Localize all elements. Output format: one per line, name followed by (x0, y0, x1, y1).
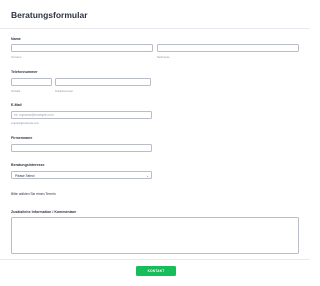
submit-button[interactable]: KONTAKT (136, 266, 176, 276)
first-name-sublabel: Vorname (11, 56, 22, 59)
phone-number-sublabel: Telefonnummer (55, 90, 73, 93)
email-sublabel: example@example.com (11, 122, 39, 125)
info-label: Zusätzliche Information / Kommentare (11, 210, 77, 214)
area-code-input[interactable] (11, 78, 52, 86)
company-input[interactable] (11, 144, 152, 152)
name-label: Name (11, 37, 21, 41)
interest-select[interactable]: Please Select ⌄ (11, 171, 152, 179)
first-name-input[interactable] (11, 44, 153, 52)
email-input[interactable] (11, 111, 152, 119)
phone-label: Telefonnummer (11, 70, 38, 74)
appointment-text: Bitte wählen Sie einen Termin (11, 192, 56, 196)
chevron-down-icon: ⌄ (146, 173, 149, 178)
phone-number-input[interactable] (55, 78, 151, 86)
interest-select-value: Please Select (15, 174, 35, 179)
info-textarea[interactable] (11, 217, 299, 254)
last-name-sublabel: Nachname (157, 56, 170, 59)
interest-label: Beratungsinteresse (11, 163, 45, 167)
area-code-sublabel: Vorwahl (11, 90, 21, 93)
footer-divider (0, 259, 310, 260)
company-label: Firmenname (11, 136, 33, 140)
email-label: E-Mail (11, 103, 22, 107)
title-divider (0, 28, 310, 29)
last-name-input[interactable] (157, 44, 299, 52)
form-title: Beratungsformular (11, 10, 88, 20)
